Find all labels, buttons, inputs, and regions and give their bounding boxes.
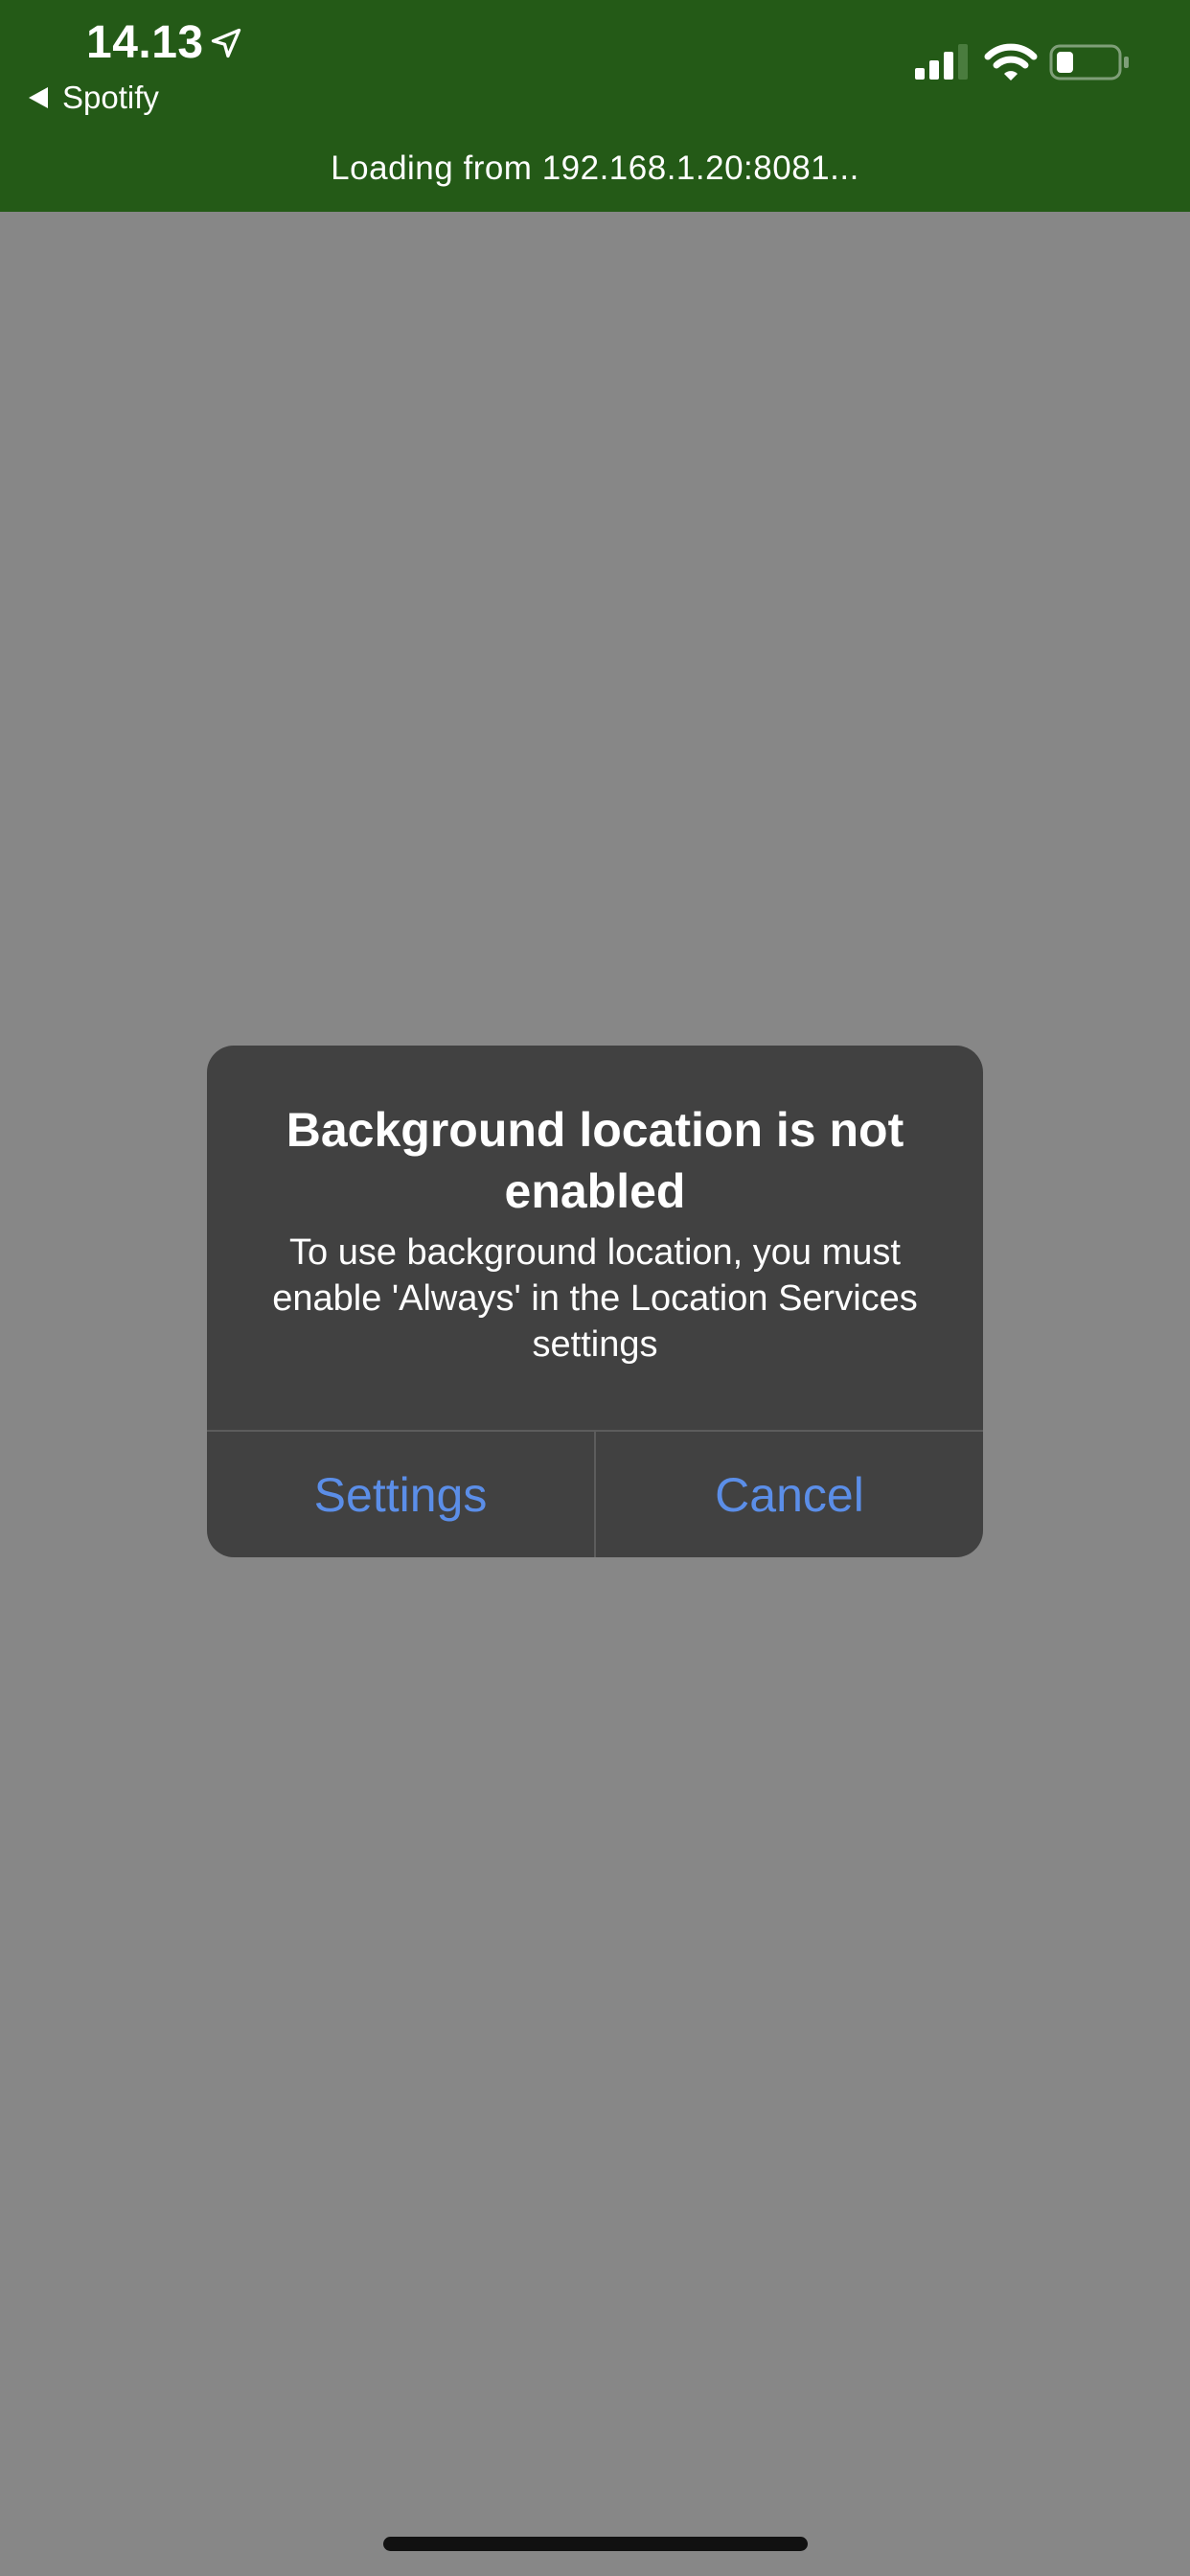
cellular-signal-icon xyxy=(915,44,968,80)
home-indicator[interactable] xyxy=(383,2537,808,2551)
status-time: 14.13 xyxy=(86,17,204,68)
loading-banner-text: Loading from 192.168.1.20:8081... xyxy=(331,150,859,187)
cancel-button[interactable]: Cancel xyxy=(596,1432,983,1557)
status-bar: 14.13 Spotify Loading from 192.168.1.20:… xyxy=(0,0,1190,212)
back-caret-icon xyxy=(29,87,48,108)
back-app-label: Spotify xyxy=(62,80,159,115)
location-arrow-icon xyxy=(211,28,241,58)
battery-icon xyxy=(1049,44,1129,80)
back-to-app-button[interactable]: Spotify xyxy=(29,79,159,117)
wifi-icon xyxy=(984,43,1038,80)
alert-title: Background location is not enabled xyxy=(286,1103,904,1218)
alert-message: To use background location, you must ena… xyxy=(272,1232,918,1365)
settings-button[interactable]: Settings xyxy=(207,1432,594,1557)
alert-dialog: Background location is not enabled To us… xyxy=(207,1046,983,1557)
